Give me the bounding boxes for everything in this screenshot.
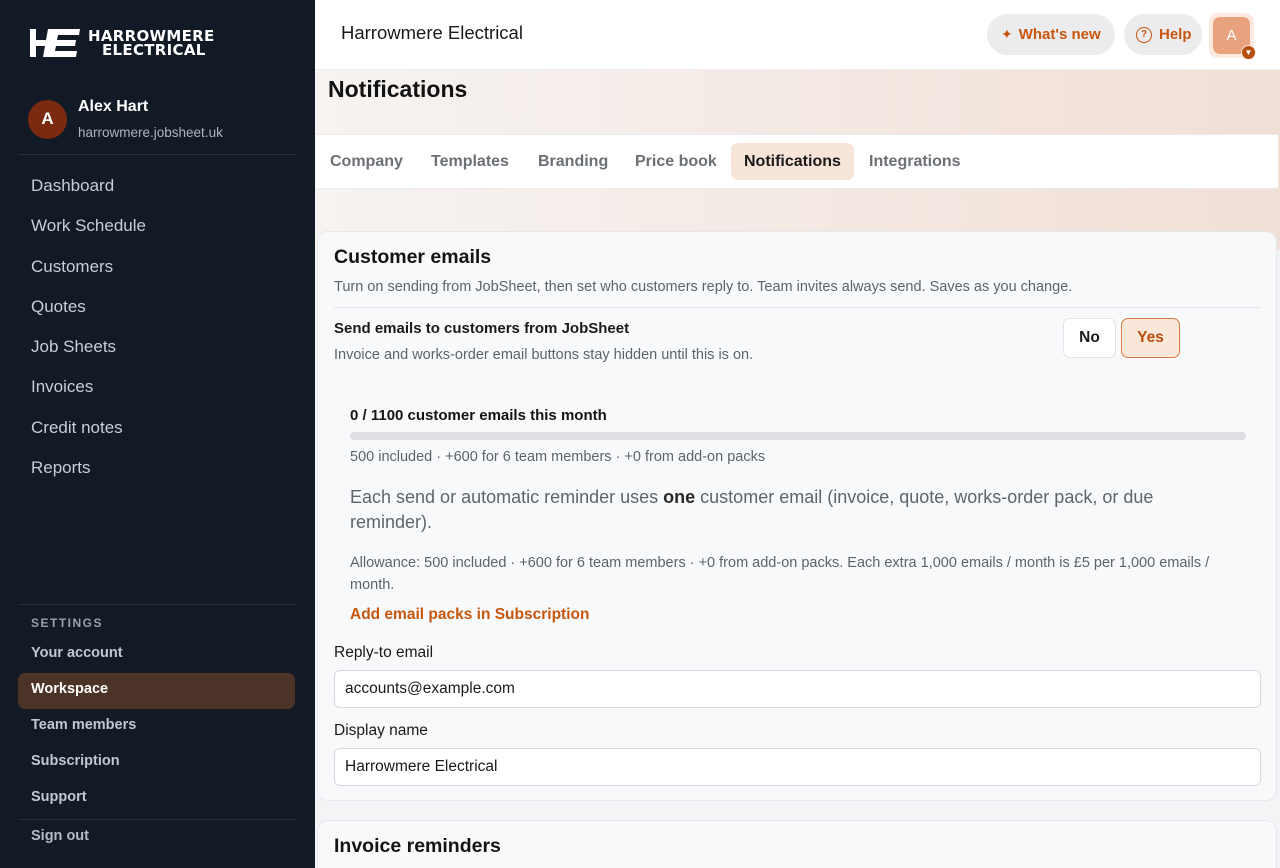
card-title: Invoice reminders	[334, 835, 501, 857]
settings-item-subscription[interactable]: Subscription	[18, 745, 295, 781]
whats-new-button[interactable]: ✦ What's new	[987, 14, 1115, 55]
tab-price-book[interactable]: Price book	[622, 143, 730, 180]
tab-notifications[interactable]: Notifications	[731, 143, 854, 180]
invoice-reminders-card: Invoice reminders	[317, 820, 1277, 868]
whats-new-label: What's new	[1018, 26, 1101, 43]
chevron-down-icon: ▼	[1241, 45, 1256, 60]
tab-branding[interactable]: Branding	[525, 143, 621, 180]
main-nav: Dashboard Work Schedule Customers Quotes…	[31, 174, 146, 496]
display-name-label: Display name	[334, 722, 428, 739]
settings-item-workspace[interactable]: Workspace	[18, 673, 295, 709]
nav-item-reports[interactable]: Reports	[31, 456, 146, 496]
customer-emails-card: Customer emails Turn on sending from Job…	[317, 231, 1277, 801]
user-profile[interactable]: A Alex Hart harrowmere.jobsheet.uk	[28, 98, 223, 140]
nav-item-quotes[interactable]: Quotes	[31, 295, 146, 335]
send-emails-title: Send emails to customers from JobSheet	[334, 320, 630, 337]
allowance-info: Allowance: 500 included · +600 for 6 tea…	[350, 555, 1210, 593]
settings-item-your-account[interactable]: Your account	[18, 637, 295, 673]
tab-templates[interactable]: Templates	[418, 143, 522, 180]
reply-to-email-field[interactable]	[334, 670, 1261, 708]
nav-item-invoices[interactable]: Invoices	[31, 375, 146, 415]
user-name: Alex Hart	[78, 98, 149, 115]
send-info-text: Each send or automatic reminder uses	[350, 487, 664, 507]
workspace-title: Harrowmere Electrical	[341, 22, 523, 43]
sidebar: HARROWMERE ELECTRICAL A Alex Hart harrow…	[0, 0, 315, 868]
send-cost-info: Each send or automatic reminder uses one…	[350, 485, 1230, 535]
top-header: Harrowmere Electrical ✦ What's new ? Hel…	[315, 0, 1280, 70]
brand-logo[interactable]: HARROWMERE ELECTRICAL	[30, 27, 215, 59]
reply-to-label: Reply-to email	[334, 644, 434, 661]
tab-integrations[interactable]: Integrations	[856, 143, 974, 180]
nav-item-customers[interactable]: Customers	[31, 255, 146, 295]
send-info-emphasis: one	[663, 487, 696, 507]
card-title: Customer emails	[334, 246, 492, 268]
tab-company[interactable]: Company	[317, 143, 416, 180]
card-divider	[334, 307, 1260, 308]
nav-item-dashboard[interactable]: Dashboard	[31, 174, 146, 214]
help-label: Help	[1159, 26, 1192, 43]
brand-wordmark: HARROWMERE ELECTRICAL	[88, 29, 215, 59]
nav-item-work-schedule[interactable]: Work Schedule	[31, 214, 146, 254]
sparkle-icon: ✦	[1001, 26, 1013, 42]
display-name-field[interactable]	[334, 748, 1261, 786]
avatar: A	[28, 99, 67, 139]
email-usage-breakdown: 500 included · +600 for 6 team members ·…	[350, 449, 766, 465]
page-title: Notifications	[328, 76, 468, 102]
sidebar-divider	[18, 604, 297, 605]
card-subtitle: Turn on sending from JobSheet, then set …	[334, 279, 1073, 295]
settings-heading: SETTINGS	[31, 616, 104, 630]
sidebar-divider	[18, 819, 297, 820]
sign-out-link[interactable]: Sign out	[31, 828, 89, 844]
add-email-packs-link[interactable]: Add email packs in Subscription	[350, 606, 589, 624]
brand-line-2: ELECTRICAL	[102, 41, 206, 59]
help-icon: ?	[1136, 26, 1152, 43]
send-emails-yes-button[interactable]: Yes	[1121, 318, 1180, 358]
nav-item-job-sheets[interactable]: Job Sheets	[31, 335, 146, 375]
nav-item-credit-notes[interactable]: Credit notes	[31, 416, 146, 456]
settings-nav: Your account Workspace Team members Subs…	[18, 637, 295, 817]
settings-item-team-members[interactable]: Team members	[18, 709, 295, 745]
help-button[interactable]: ? Help	[1124, 14, 1202, 55]
account-menu-button[interactable]: A ▼	[1209, 13, 1256, 60]
user-domain: harrowmere.jobsheet.uk	[78, 125, 223, 140]
send-emails-no-button[interactable]: No	[1063, 318, 1116, 358]
send-emails-description: Invoice and works-order email buttons st…	[334, 347, 754, 363]
settings-item-support[interactable]: Support	[18, 781, 295, 817]
sidebar-divider	[18, 154, 297, 155]
brand-mark-icon	[30, 29, 80, 57]
email-usage-progress-bar	[350, 432, 1246, 440]
email-usage-title: 0 / 1100 customer emails this month	[350, 407, 607, 424]
settings-tabs: Company Templates Branding Price book No…	[316, 134, 1278, 189]
